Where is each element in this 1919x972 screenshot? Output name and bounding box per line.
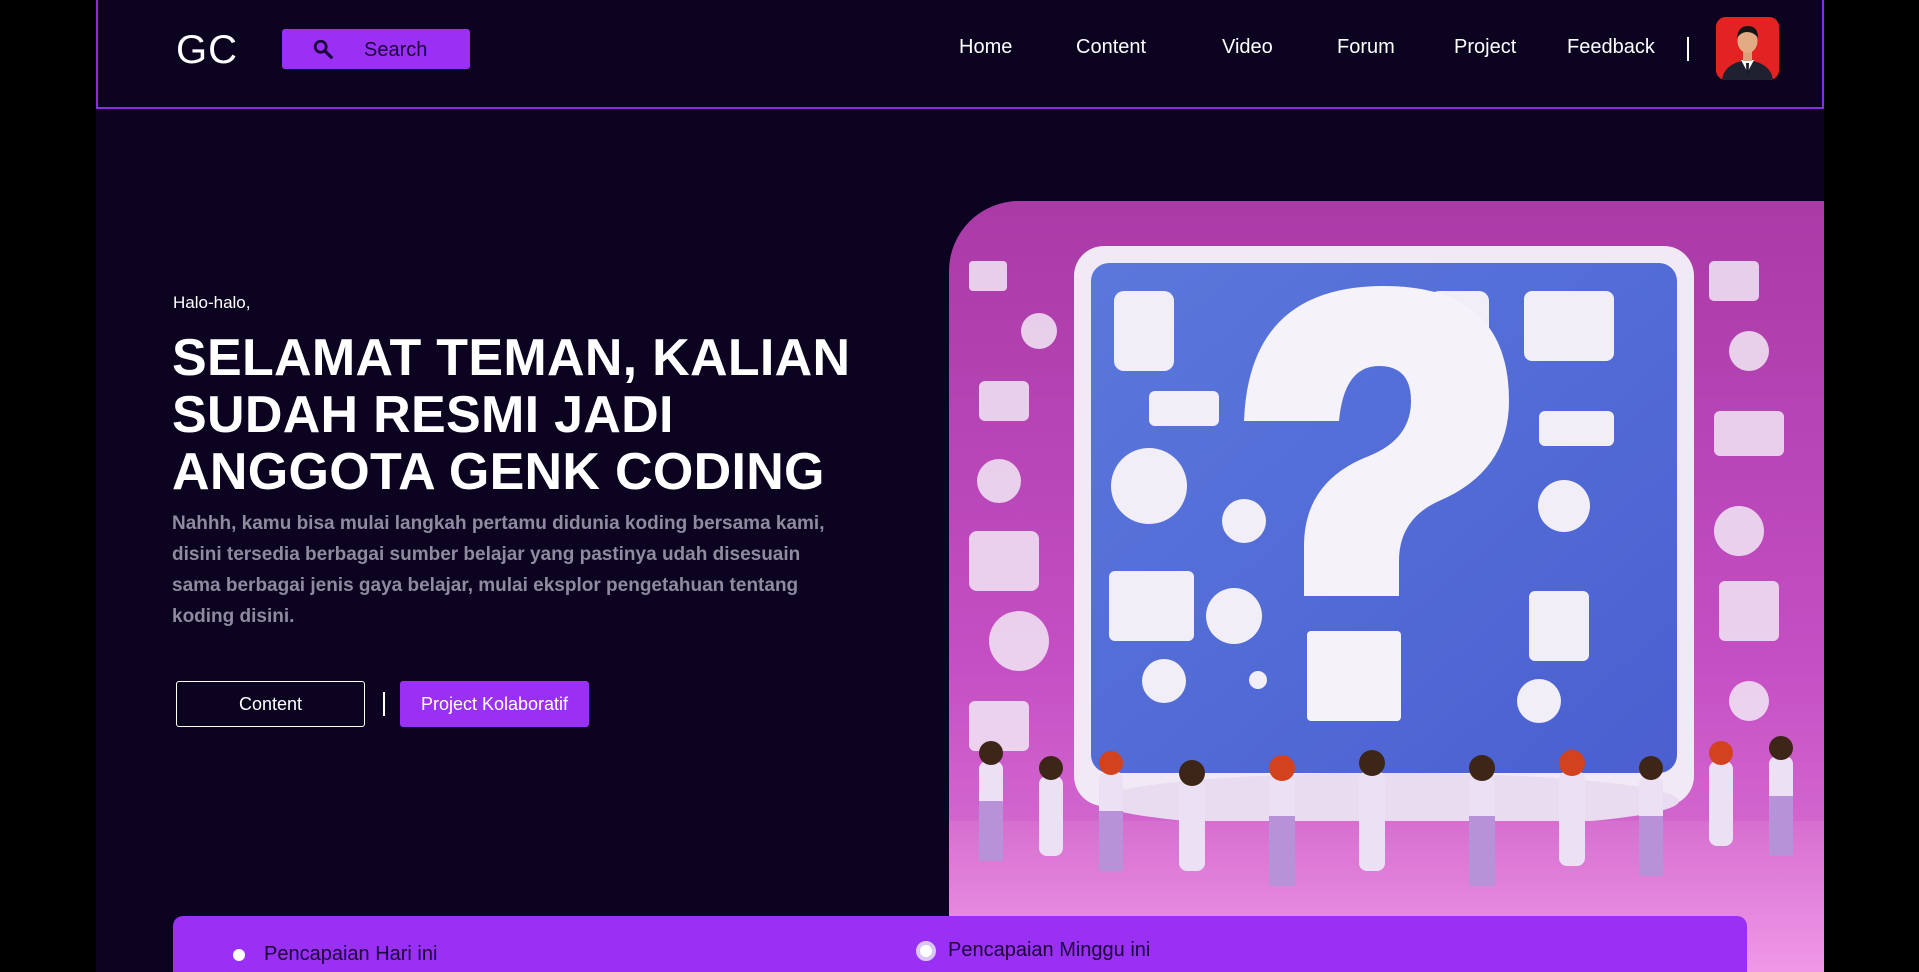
nav-home[interactable]: Home xyxy=(959,36,1012,59)
question-mark-illustration xyxy=(949,201,1824,972)
hero-description: Nahhh, kamu bisa mulai langkah pertamu d… xyxy=(172,513,825,627)
stat-today[interactable]: Pencapaian Hari ini xyxy=(233,943,437,966)
stat-week-label: Pencapaian Minggu ini xyxy=(948,939,1151,961)
content-button[interactable]: Content xyxy=(176,681,365,727)
avatar-figure xyxy=(1716,17,1779,80)
nav-content[interactable]: Content xyxy=(1076,36,1146,59)
achievement-bar: Pencapaian Hari ini Pencapaian Minggu in… xyxy=(173,916,1747,972)
main-nav: Home Content Video Forum Project Feedbac… xyxy=(98,36,1822,66)
nav-divider xyxy=(1687,37,1689,61)
hero-illustration xyxy=(949,201,1824,972)
radio-dot-icon xyxy=(233,948,245,961)
page: GC Search Home Content Video Forum Proje… xyxy=(96,0,1824,972)
nav-video[interactable]: Video xyxy=(1222,36,1273,59)
hero-greeting: Halo-halo, xyxy=(173,293,251,312)
nav-project[interactable]: Project xyxy=(1454,36,1516,59)
nav-forum[interactable]: Forum xyxy=(1337,36,1395,59)
radio-ring-icon xyxy=(916,940,936,961)
navbar: GC Search Home Content Video Forum Proje… xyxy=(96,0,1824,109)
stat-week[interactable]: Pencapaian Minggu ini xyxy=(916,939,1150,962)
button-divider xyxy=(383,692,385,716)
project-kolaboratif-button[interactable]: Project Kolaboratif xyxy=(400,681,589,727)
user-avatar[interactable] xyxy=(1716,17,1779,80)
hero-headline: SELAMAT TEMAN, KALIAN SUDAH RESMI JADI A… xyxy=(172,329,851,501)
stat-today-label: Pencapaian Hari ini xyxy=(264,943,438,965)
nav-feedback[interactable]: Feedback xyxy=(1567,36,1655,59)
